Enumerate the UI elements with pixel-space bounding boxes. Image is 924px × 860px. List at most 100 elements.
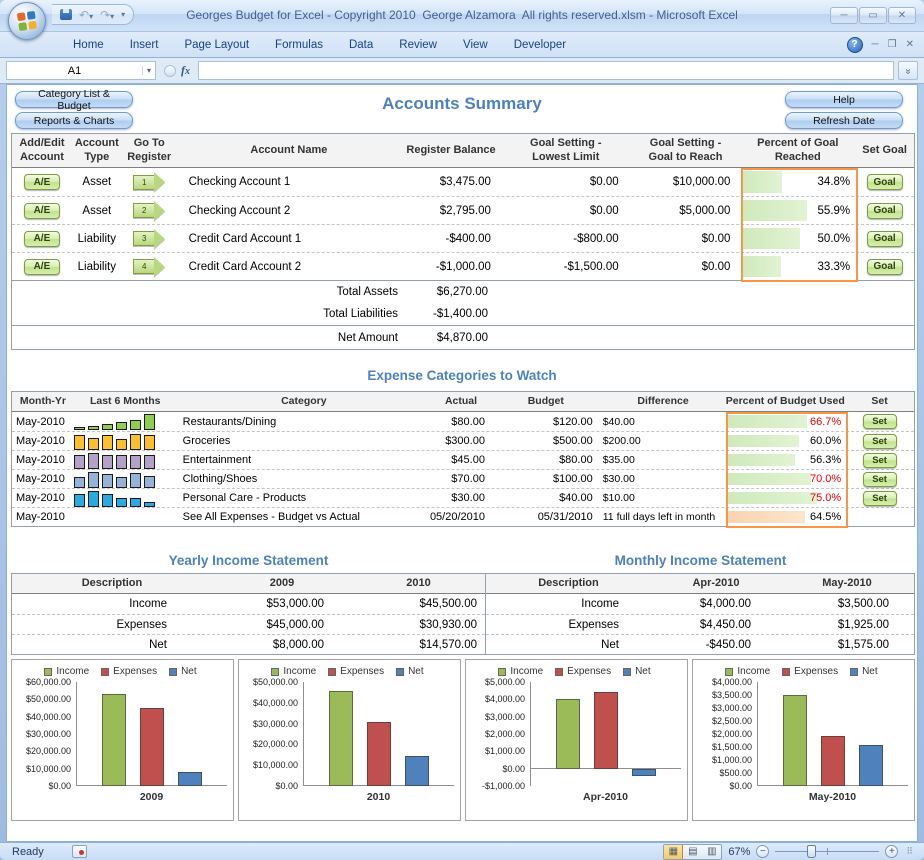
legend-swatch — [44, 668, 52, 676]
set-goal-button[interactable]: Goal — [867, 259, 903, 275]
statement-row: Net $8,000.00 $14,570.00 — [12, 634, 485, 654]
y-tick-label: $3,000.00 — [712, 703, 752, 713]
y-tick-label: $40,000.00 — [26, 712, 71, 722]
status-right-controls: ▦ ▤ ▥ 67% − + ⠿ — [663, 844, 914, 860]
y-tick-label: $1,500.00 — [712, 742, 752, 752]
zoom-level: 67% — [728, 846, 750, 858]
ribbon-tab[interactable]: Review — [386, 32, 450, 57]
y-tick-label: $0.00 — [502, 764, 525, 774]
budget-data-bar — [727, 492, 817, 504]
minimize-ribbon-window-icon[interactable]: ─ — [872, 39, 879, 50]
goal-data-bar — [742, 171, 782, 193]
reports-charts-button[interactable]: Reports & Charts — [15, 112, 133, 129]
sparkline-bar — [144, 435, 155, 450]
sparkline-bar — [130, 455, 141, 469]
restore-window-icon[interactable]: ❐ — [888, 39, 897, 50]
ribbon-tab[interactable]: Insert — [117, 32, 172, 57]
formula-input[interactable] — [198, 61, 894, 80]
percent-budget-cell: 56.3% — [725, 451, 845, 469]
page-layout-view-icon[interactable]: ▤ — [683, 845, 702, 859]
ribbon-tab[interactable]: Page Layout — [171, 32, 262, 57]
set-button[interactable]: Set — [863, 434, 897, 449]
statement-value-2: $1,925.00 — [781, 615, 913, 634]
category-label: 2010 — [303, 791, 454, 803]
add-edit-button[interactable]: A/E — [24, 231, 60, 247]
col-header-name: Account Name — [177, 144, 402, 158]
go-to-register-arrow-icon[interactable]: 4 — [133, 257, 165, 277]
zoom-out-icon[interactable]: − — [756, 845, 769, 858]
account-name: Checking Account 2 — [177, 197, 402, 224]
statement-value-1: $4,000.00 — [651, 594, 781, 614]
col-header-description-m: Description — [486, 574, 651, 593]
set-button[interactable]: Set — [863, 491, 897, 506]
go-to-register-arrow-icon[interactable]: 3 — [133, 229, 165, 249]
set-button[interactable]: Set — [863, 472, 897, 487]
set-goal-button[interactable]: Goal — [867, 231, 903, 247]
percent-budget-cell: 66.7% — [725, 412, 845, 431]
office-logo-icon — [17, 11, 37, 31]
month-yr: May-2010 — [12, 489, 74, 507]
yearly-title: Yearly Income Statement — [11, 553, 486, 568]
page-break-view-icon[interactable]: ▥ — [702, 845, 721, 859]
col-header-category: Category — [177, 395, 431, 408]
statement-row: Income $53,000.00 $45,500.00 — [12, 594, 485, 614]
yearly-rows: Income $53,000.00 $45,500.00 Expenses $4… — [12, 594, 485, 654]
legend-item: Expenses — [782, 666, 838, 677]
sparkline-bar — [88, 426, 99, 430]
add-edit-button[interactable]: A/E — [24, 174, 60, 190]
office-button[interactable] — [8, 2, 46, 40]
y-tick-label: $3,500.00 — [712, 690, 752, 700]
goal-lowest-limit: $0.00 — [501, 197, 631, 224]
page-title: Accounts Summary — [7, 94, 917, 114]
expense-category: Entertainment — [177, 451, 431, 469]
statement-value-2: $14,570.00 — [352, 635, 485, 654]
total-liabilities-row: Total Liabilities -$1,400.00 — [12, 303, 914, 325]
close-workbook-icon[interactable]: ✕ — [906, 39, 914, 50]
account-type: Asset — [72, 168, 122, 196]
insert-function-icon[interactable]: fx — [181, 63, 190, 78]
go-to-register-arrow-icon[interactable]: 1 — [133, 172, 165, 192]
y-tick-label: $4,000.00 — [712, 677, 752, 687]
register-balance: -$400.00 — [401, 225, 501, 252]
yearly-header-row: Description 2009 2010 — [12, 574, 485, 594]
set-button[interactable]: Set — [863, 414, 897, 429]
expense-category: See All Expenses - Budget vs Actual — [177, 508, 431, 526]
zoom-slider[interactable] — [775, 851, 879, 852]
ribbon-tab[interactable]: Developer — [501, 32, 579, 57]
macro-record-icon[interactable] — [72, 845, 87, 858]
legend-swatch — [850, 668, 858, 676]
add-edit-button[interactable]: A/E — [24, 203, 60, 219]
go-to-register-arrow-icon[interactable]: 2 — [133, 201, 165, 221]
help-button[interactable]: Help — [785, 91, 903, 108]
sparkline-bar — [74, 427, 85, 430]
name-box[interactable]: A1 ▾ — [6, 61, 156, 80]
percent-of-goal-value: 55.9% — [818, 197, 851, 224]
minimize-button[interactable]: ─ — [830, 7, 858, 24]
ribbon-tab[interactable]: Formulas — [262, 32, 336, 57]
sparkline-bar — [130, 473, 141, 488]
set-button[interactable]: Set — [863, 453, 897, 468]
normal-view-icon[interactable]: ▦ — [664, 845, 683, 859]
legend-item: Net — [623, 666, 651, 677]
close-button[interactable]: ✕ — [888, 7, 916, 24]
ribbon-tab[interactable]: Data — [336, 32, 386, 57]
ribbon-tab[interactable]: Home — [60, 32, 117, 57]
ribbon-tab[interactable]: View — [450, 32, 501, 57]
statement-value-1: $45,000.00 — [212, 615, 352, 634]
y-tick-label: $30,000.00 — [26, 729, 71, 739]
set-goal-button[interactable]: Goal — [867, 203, 903, 219]
statement-value-1: $8,000.00 — [212, 635, 352, 654]
zoom-in-icon[interactable]: + — [885, 845, 898, 858]
y-tick-label: $0.00 — [275, 781, 298, 791]
help-icon[interactable]: ? — [847, 37, 863, 53]
zoom-slider-thumb[interactable] — [807, 845, 816, 858]
add-edit-button[interactable]: A/E — [24, 259, 60, 275]
refresh-date-button[interactable]: Refresh Date — [785, 112, 903, 129]
percent-budget-value: 66.7% — [810, 412, 841, 431]
name-box-dropdown-icon[interactable]: ▾ — [142, 66, 155, 75]
set-goal-button[interactable]: Goal — [867, 174, 903, 190]
col-header-set: Set — [845, 395, 914, 408]
resize-grip[interactable]: ⠿ — [906, 846, 914, 857]
maximize-button[interactable]: ▭ — [859, 7, 887, 24]
expand-formula-bar-icon[interactable]: » — [898, 61, 918, 80]
